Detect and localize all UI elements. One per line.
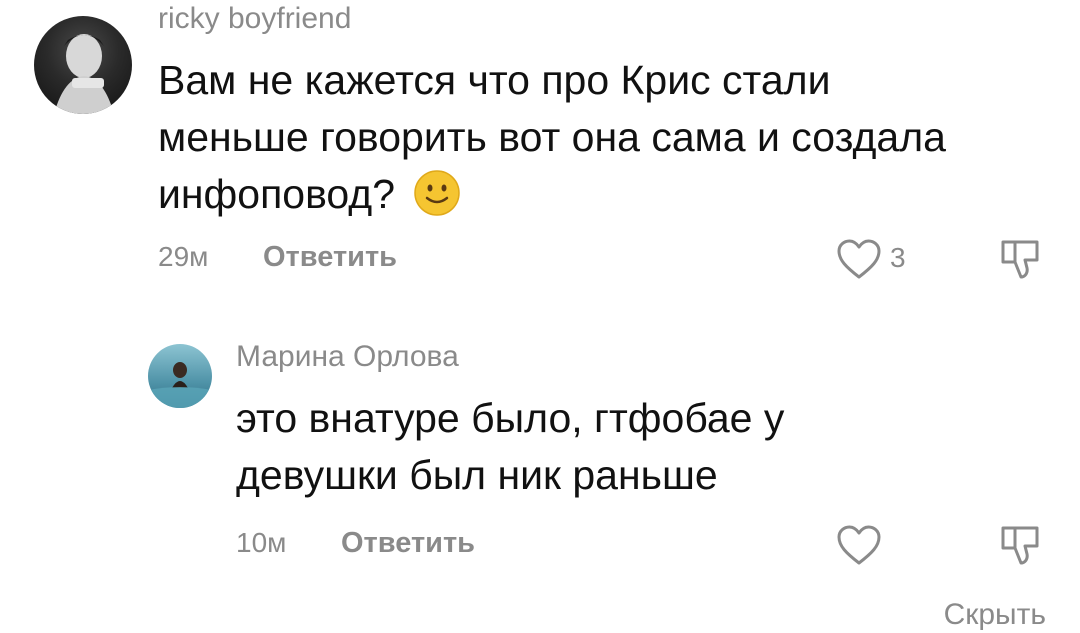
- reply-button[interactable]: Ответить: [341, 527, 475, 560]
- slightly-smiling-face-emoji: [412, 168, 462, 218]
- avatar[interactable]: [34, 16, 132, 114]
- profile-photo: [148, 362, 212, 408]
- comment-body: это внатуре было, гтфобае у девушки был …: [236, 395, 785, 498]
- comment-time: 29м: [158, 241, 209, 272]
- dislike-icon[interactable]: [997, 236, 1043, 282]
- comment-time: 10м: [236, 527, 287, 558]
- like-heart-icon[interactable]: [836, 238, 882, 280]
- comment-text: Вам не кажется что про Крис стали меньше…: [158, 52, 978, 223]
- comment-username[interactable]: ricky boyfriend: [158, 2, 351, 36]
- reply-button[interactable]: Ответить: [263, 241, 397, 274]
- profile-photo: [54, 34, 114, 114]
- hide-replies-button[interactable]: Скрыть: [944, 598, 1046, 632]
- comment-body: Вам не кажется что про Крис стали меньше…: [158, 57, 946, 217]
- comment-text: это внатуре было, гтфобае у девушки был …: [236, 390, 876, 504]
- like-count: 3: [890, 242, 906, 273]
- dislike-icon[interactable]: [997, 522, 1043, 568]
- comment-username[interactable]: Марина Орлова: [236, 340, 459, 374]
- avatar[interactable]: [148, 344, 212, 408]
- like-heart-icon[interactable]: [836, 524, 882, 566]
